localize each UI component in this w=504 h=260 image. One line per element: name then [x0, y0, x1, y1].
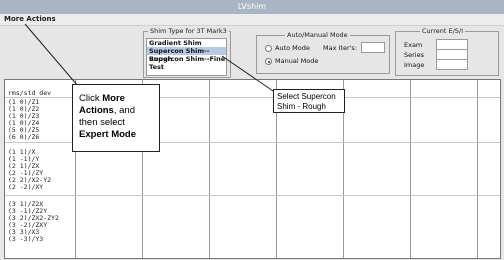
- supercon-callout: Select Supercon Shim - Rough: [273, 89, 345, 113]
- callout-text: Click: [79, 93, 103, 104]
- callout-text-bold: Actions: [79, 105, 114, 116]
- callout-text-bold: Expert Mode: [79, 129, 137, 140]
- callout-text: , and: [113, 105, 135, 116]
- callout-text: Select Supercon: [277, 92, 336, 101]
- callout-text: then select: [79, 117, 125, 128]
- callout-text-bold: More: [102, 93, 125, 104]
- callout-text: Shim - Rough: [277, 102, 326, 111]
- more-actions-callout: Click More Actions, and then select Expe…: [72, 84, 160, 152]
